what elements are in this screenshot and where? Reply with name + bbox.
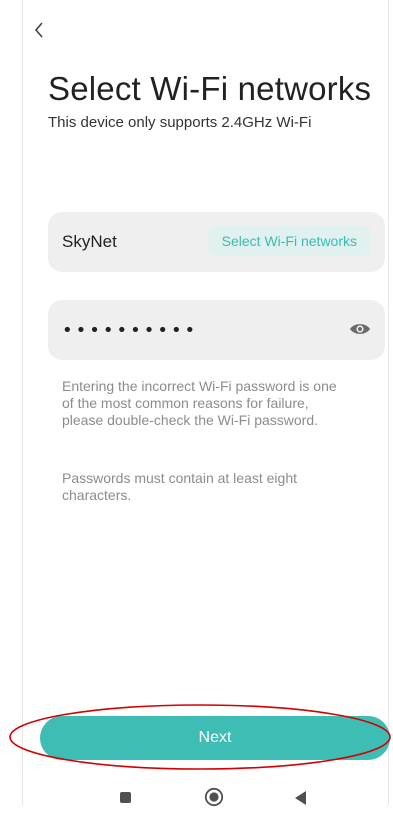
right-border xyxy=(388,0,389,805)
password-field-container xyxy=(48,300,385,360)
next-button[interactable]: Next xyxy=(40,716,390,760)
eye-icon[interactable] xyxy=(349,320,371,338)
circle-icon[interactable] xyxy=(204,787,224,807)
system-nav-bar xyxy=(23,775,389,819)
password-length-hint: Passwords must contain at least eight ch… xyxy=(62,470,298,503)
left-border xyxy=(22,0,23,805)
page-subtitle: This device only supports 2.4GHz Wi-Fi xyxy=(48,114,312,131)
page-title: Select Wi-Fi networks xyxy=(48,70,372,107)
triangle-left-icon[interactable] xyxy=(295,791,307,805)
back-button[interactable] xyxy=(34,16,62,44)
wifi-setup-screen: Select Wi-Fi networks This device only s… xyxy=(0,0,393,819)
square-icon[interactable] xyxy=(120,792,131,803)
network-name: SkyNet xyxy=(62,232,117,251)
chevron-left-icon xyxy=(34,22,43,38)
select-network-button[interactable]: Select Wi-Fi networks xyxy=(207,226,371,256)
password-hint: Entering the incorrect Wi-Fi password is… xyxy=(62,378,337,428)
password-field[interactable] xyxy=(62,316,322,344)
network-selector: SkyNet Select Wi-Fi networks xyxy=(48,212,385,272)
